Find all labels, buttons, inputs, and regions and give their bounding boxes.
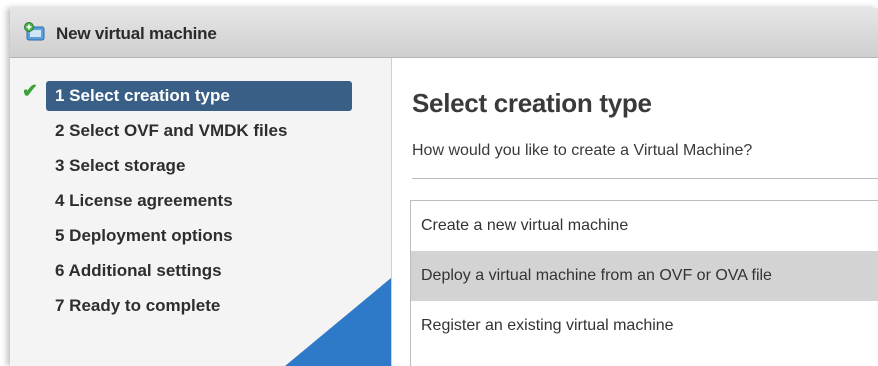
option-register-existing-vm[interactable]: Register an existing virtual machine: [411, 301, 878, 351]
new-vm-icon: [24, 22, 48, 44]
wizard-steps-sidebar: ✔ 1 Select creation type 2 Select OVF an…: [10, 58, 392, 366]
step-select-creation-type[interactable]: 1 Select creation type: [46, 81, 352, 111]
creation-type-list: Create a new virtual machine Deploy a vi…: [410, 200, 878, 366]
step-completed-check-icon: ✔: [22, 81, 38, 102]
page-question: How would you like to create a Virtual M…: [412, 142, 753, 159]
step-license-agreements[interactable]: 4 License agreements: [46, 186, 233, 216]
heading-divider: [412, 178, 878, 179]
sidebar-corner-accent: [285, 278, 391, 366]
step-additional-settings[interactable]: 6 Additional settings: [46, 256, 222, 286]
page-title: Select creation type: [412, 88, 652, 118]
wizard-content-pane: Select creation type How would you like …: [392, 58, 878, 366]
step-select-storage[interactable]: 3 Select storage: [46, 151, 185, 181]
title-bar: New virtual machine: [10, 8, 878, 58]
option-deploy-from-ovf-ova[interactable]: Deploy a virtual machine from an OVF or …: [411, 251, 878, 301]
new-vm-wizard-window: New virtual machine ✔ 1 Select creation …: [10, 8, 878, 366]
step-select-ovf-vmdk-files[interactable]: 2 Select OVF and VMDK files: [46, 116, 287, 146]
option-create-new-vm[interactable]: Create a new virtual machine: [411, 201, 878, 251]
window-title: New virtual machine: [56, 24, 217, 43]
step-deployment-options[interactable]: 5 Deployment options: [46, 221, 233, 251]
step-ready-to-complete[interactable]: 7 Ready to complete: [46, 291, 220, 321]
